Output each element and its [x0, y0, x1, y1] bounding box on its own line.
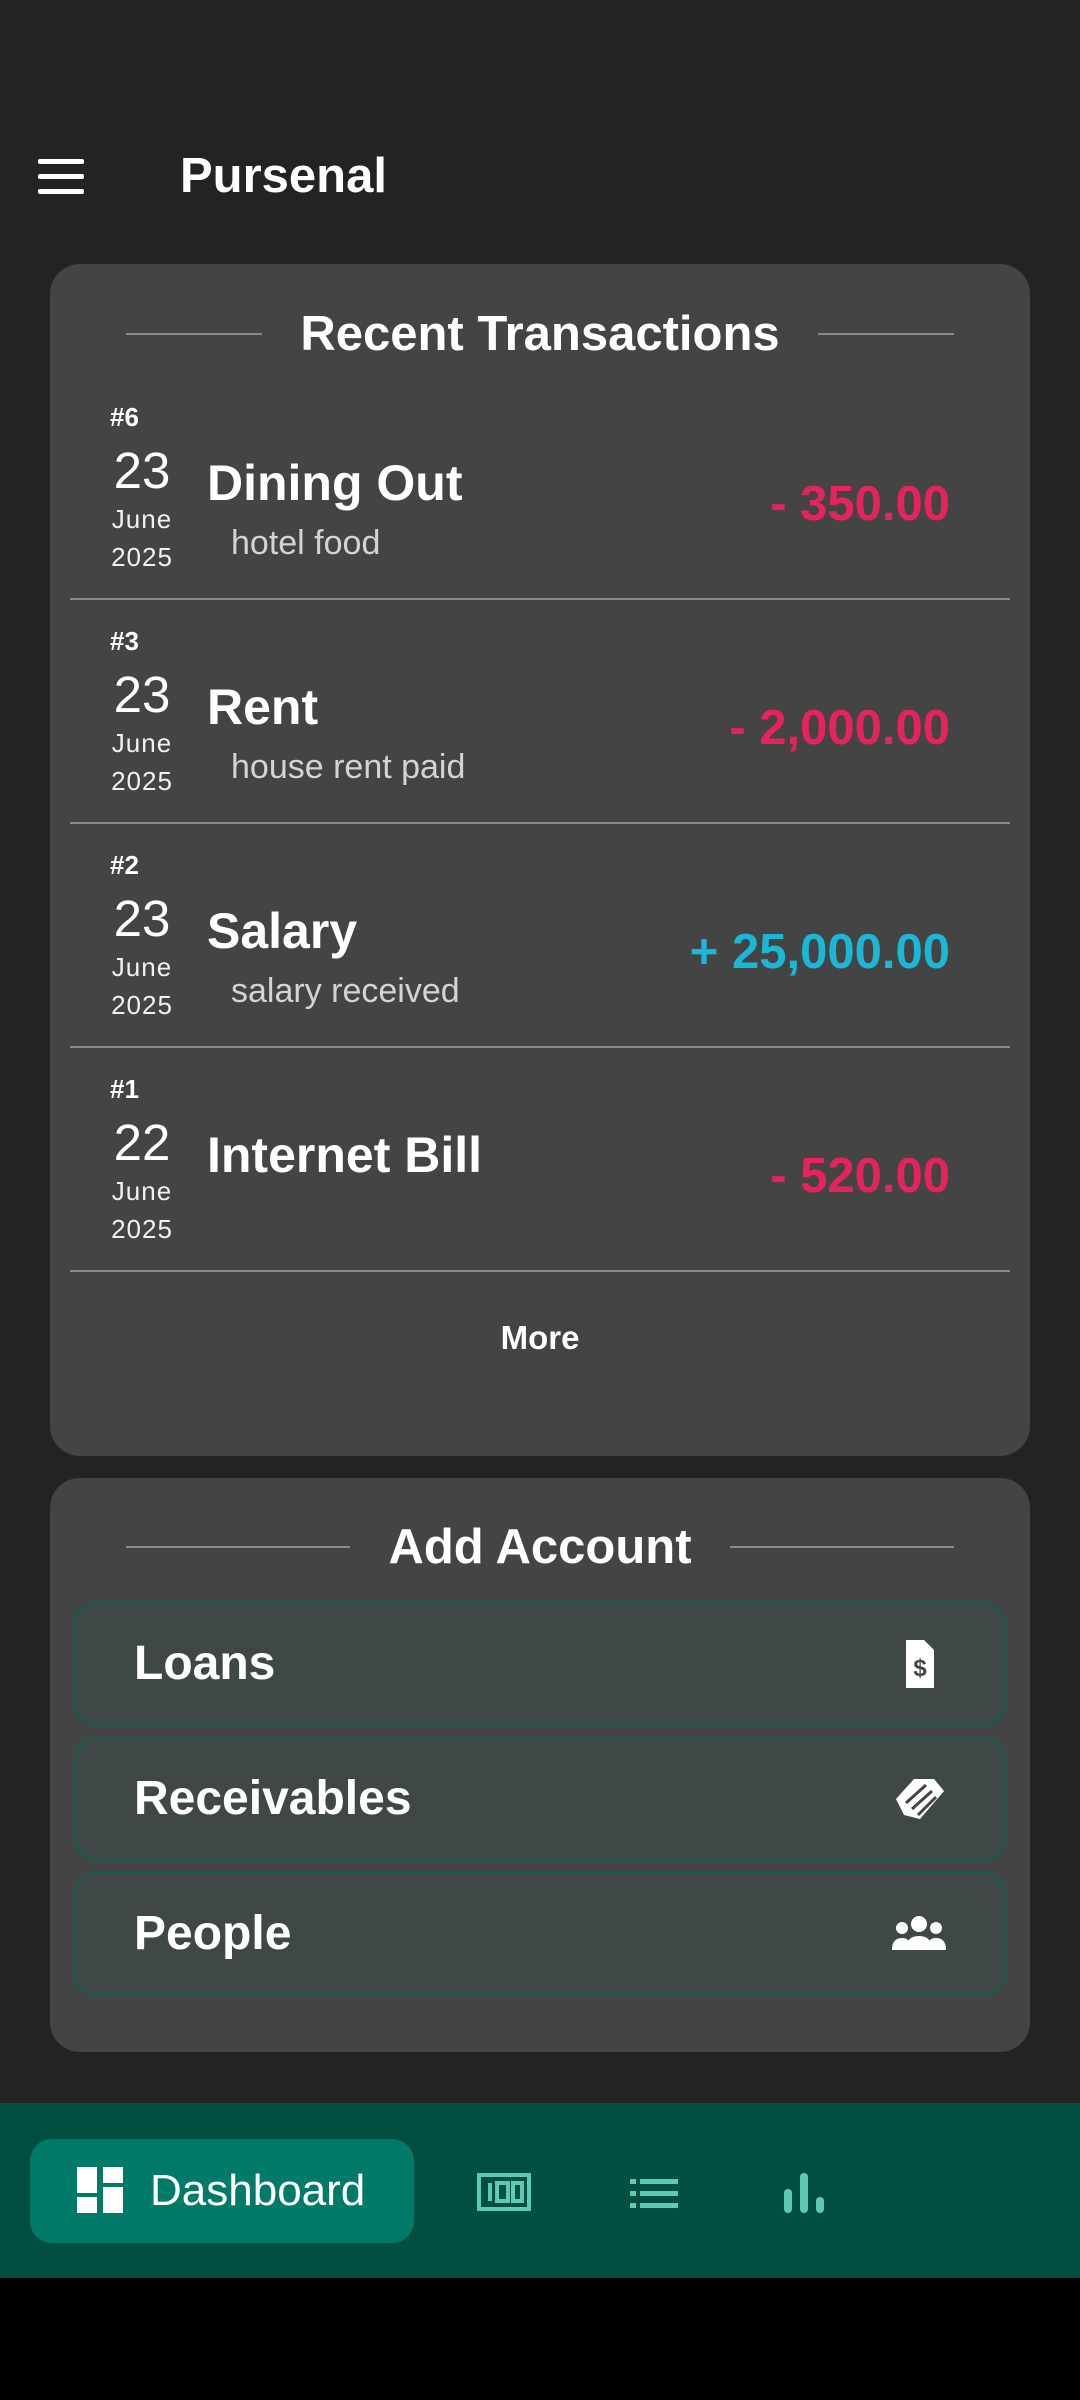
transaction-index: #3 — [110, 626, 139, 656]
transaction-amount: - 520.00 — [770, 1149, 950, 1203]
nav-dashboard[interactable]: Dashboard — [30, 2139, 414, 2243]
header-divider-right — [817, 333, 954, 335]
dashboard-icon — [77, 2167, 123, 2213]
header-divider-left — [126, 1546, 351, 1548]
app-title: Pursenal — [180, 149, 387, 203]
transaction-date: 22 June 2025 — [90, 1114, 194, 1248]
header-divider-right — [729, 1546, 954, 1548]
app-bar: Pursenal — [0, 120, 1080, 232]
transaction-name: Salary — [207, 903, 358, 959]
header-divider-left — [126, 333, 263, 335]
transaction-year: 2025 — [111, 1214, 173, 1244]
transaction-note: salary received — [231, 972, 460, 1010]
transaction-row[interactable]: #1 22 June 2025 Internet Bill - 520.00 — [70, 1048, 1010, 1272]
transaction-amount: - 350.00 — [770, 477, 950, 531]
transaction-amount: + 25,000.00 — [689, 925, 950, 979]
transaction-date: 23 June 2025 — [90, 890, 194, 1024]
add-receivables-label: Receivables — [134, 1772, 412, 1825]
transaction-day: 23 — [113, 442, 171, 499]
transaction-day: 22 — [113, 1114, 171, 1171]
add-account-title: Add Account — [388, 1520, 692, 1574]
more-button[interactable]: More — [50, 1288, 1030, 1388]
add-receivables-button[interactable]: Receivables — [74, 1737, 1006, 1861]
bar-chart-icon[interactable] — [774, 2163, 834, 2223]
transaction-name: Internet Bill — [207, 1127, 483, 1183]
transaction-year: 2025 — [111, 766, 173, 796]
recent-transactions-title: Recent Transactions — [300, 307, 780, 361]
loan-document-icon: $ — [906, 1640, 934, 1688]
recent-transactions-card: Recent Transactions #6 23 June 2025 Dini… — [50, 264, 1030, 1456]
list-icon[interactable] — [624, 2163, 684, 2223]
add-account-card: Add Account Loans $ Receivables People — [50, 1478, 1030, 2052]
transaction-row[interactable]: #2 23 June 2025 Salary salary received +… — [70, 824, 1010, 1048]
menu-icon[interactable] — [38, 120, 98, 232]
transaction-index: #2 — [110, 850, 139, 880]
transaction-row[interactable]: #3 23 June 2025 Rent house rent paid - 2… — [70, 600, 1010, 824]
add-loans-label: Loans — [134, 1637, 276, 1690]
money-icon[interactable] — [474, 2163, 534, 2223]
recent-transactions-header: Recent Transactions — [50, 294, 1030, 374]
add-account-options: Loans $ Receivables People — [74, 1602, 1006, 2007]
transaction-day: 23 — [113, 890, 171, 947]
transaction-row[interactable]: #6 23 June 2025 Dining Out hotel food - … — [70, 376, 1010, 600]
transaction-month: June — [111, 728, 173, 758]
transaction-note: hotel food — [231, 524, 381, 562]
transaction-month: June — [111, 952, 173, 982]
bottom-navigation: Dashboard — [0, 2103, 1080, 2278]
transaction-amount: - 2,000.00 — [729, 701, 950, 755]
transaction-name: Dining Out — [207, 455, 463, 511]
transaction-list: #6 23 June 2025 Dining Out hotel food - … — [70, 376, 1010, 1272]
transaction-month: June — [111, 1176, 173, 1206]
transaction-month: June — [111, 504, 173, 534]
add-loans-button[interactable]: Loans $ — [74, 1602, 1006, 1726]
handshake-icon — [896, 1779, 944, 1819]
transaction-year: 2025 — [111, 542, 173, 572]
transaction-index: #6 — [110, 402, 139, 432]
people-icon — [892, 1916, 946, 1950]
add-people-button[interactable]: People — [74, 1872, 1006, 1996]
transaction-index: #1 — [110, 1074, 139, 1104]
svg-text:$: $ — [913, 1655, 927, 1682]
transaction-year: 2025 — [111, 990, 173, 1020]
transaction-date: 23 June 2025 — [90, 442, 194, 576]
transaction-name: Rent — [207, 679, 319, 735]
nav-dashboard-label: Dashboard — [150, 2166, 366, 2215]
transaction-date: 23 June 2025 — [90, 666, 194, 800]
add-people-label: People — [134, 1907, 292, 1960]
add-account-header: Add Account — [50, 1506, 1030, 1588]
screen: Pursenal Recent Transactions #6 23 June … — [0, 0, 1080, 2400]
transaction-day: 23 — [113, 666, 171, 723]
transaction-note: house rent paid — [231, 748, 466, 786]
system-navigation-bar — [0, 2278, 1080, 2400]
